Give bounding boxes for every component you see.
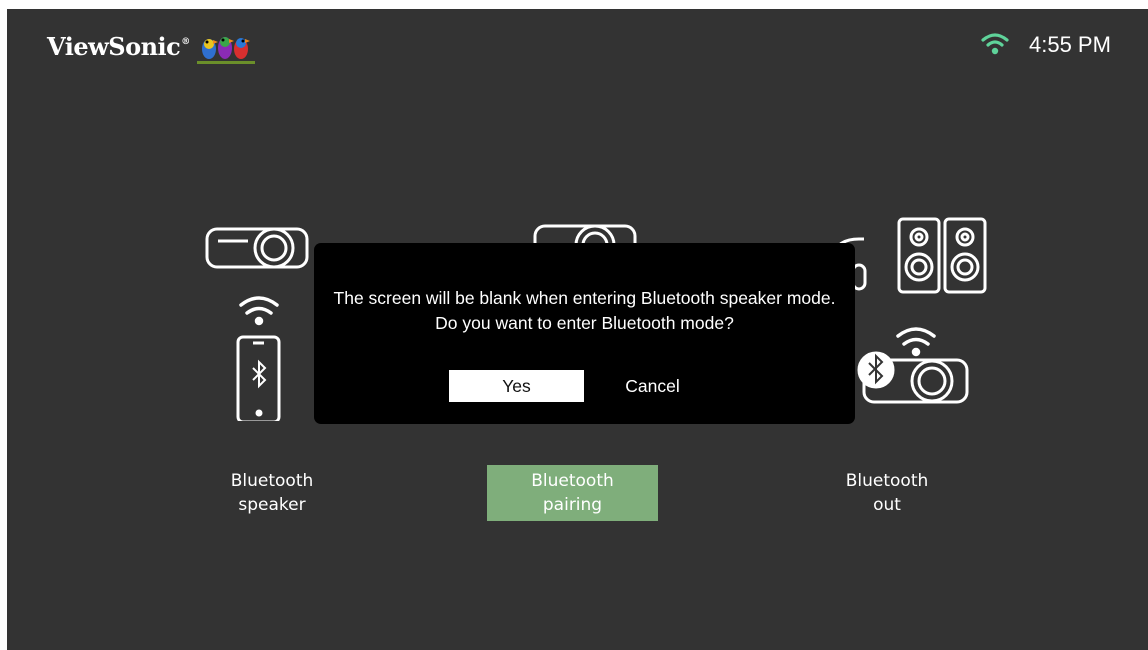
projector-icon <box>857 351 969 404</box>
mode-label-line2: pairing <box>542 495 603 515</box>
mode-label-line2: out <box>873 495 901 515</box>
mode-bluetooth-speaker[interactable]: Bluetooth speaker <box>202 469 342 525</box>
mode-label-line1: Bluetooth <box>230 471 314 491</box>
mode-label-line2: speaker <box>238 495 306 515</box>
dialog-message: The screen will be blank when entering B… <box>314 286 855 336</box>
mode-bluetooth-out[interactable]: Bluetooth out <box>817 469 957 525</box>
projector-icon <box>205 227 309 269</box>
speakers-icon <box>897 217 987 294</box>
confirm-dialog: The screen will be blank when entering B… <box>314 243 855 424</box>
registered-mark: ® <box>181 37 190 47</box>
brand-logo: ViewSonic ® <box>47 32 190 61</box>
wifi-icon <box>896 327 936 357</box>
cancel-button[interactable]: Cancel <box>592 370 713 402</box>
wifi-icon <box>981 33 1009 55</box>
mode-label-line1: Bluetooth <box>845 471 929 491</box>
brand-name: ViewSonic <box>47 32 181 61</box>
mode-label-line1: Bluetooth <box>531 471 614 491</box>
bluetooth-speaker-illustration <box>205 227 309 421</box>
phone-icon <box>236 335 281 421</box>
yes-button[interactable]: Yes <box>449 370 584 402</box>
projector-screen: ViewSonic ® 4:55 PM Bluetooth speaker Bl… <box>7 9 1148 650</box>
birds-logo-icon <box>197 37 255 64</box>
dialog-message-line1: The screen will be blank when entering B… <box>333 288 836 308</box>
clock: 4:55 PM <box>1029 32 1111 57</box>
wifi-icon <box>239 296 279 326</box>
dialog-message-line2: Do you want to enter Bluetooth mode? <box>435 313 734 333</box>
mode-bluetooth-pairing[interactable]: Bluetooth pairing <box>487 465 658 521</box>
